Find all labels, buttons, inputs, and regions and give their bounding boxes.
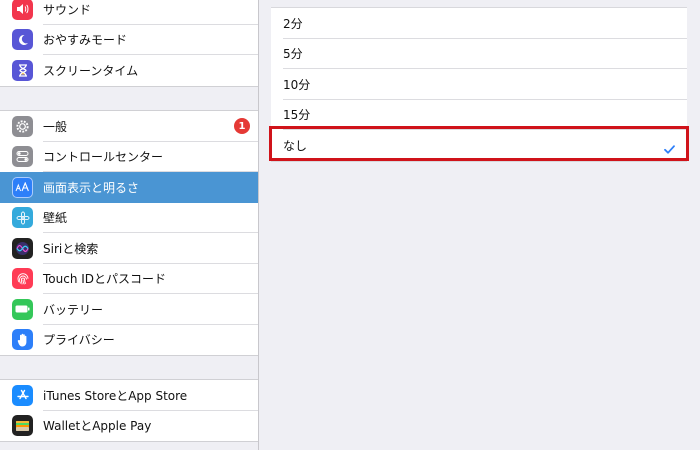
sidebar-item-touch-id-passcode[interactable]: Touch IDとパスコード [0, 264, 258, 294]
sidebar-item-wallpaper[interactable]: 壁紙 [0, 203, 258, 233]
gear-icon [12, 115, 33, 137]
auto-lock-options-list: 2分 5分 10分 15分 なし [271, 7, 687, 162]
sidebar-item-do-not-disturb[interactable]: おやすみモード [0, 25, 258, 55]
option-label: 15分 [283, 108, 311, 123]
sidebar-item-label: コントロールセンター [43, 150, 164, 165]
wallet-icon [12, 415, 33, 437]
option-label: 5分 [283, 47, 303, 62]
hand-icon [12, 329, 33, 351]
sidebar-item-label: おやすみモード [43, 33, 128, 48]
sidebar-item-label: Touch IDとパスコード [43, 272, 167, 287]
app-store-icon [12, 384, 33, 406]
sidebar-item-label: 壁紙 [43, 211, 68, 226]
settings-sidebar: サウンド おやすみモード スクリーンタイム 一般 1 コントロールセンター 画面… [0, 0, 259, 450]
sidebar-item-battery[interactable]: バッテリー [0, 294, 258, 325]
sidebar-item-privacy[interactable]: プライバシー [0, 325, 258, 356]
checkmark-icon [664, 139, 675, 158]
option-label: なし [283, 138, 308, 153]
sidebar-item-label: WalletとApple Pay [43, 419, 152, 434]
sidebar-item-label: プライバシー [43, 333, 115, 348]
sidebar-item-general[interactable]: 一般 1 [0, 111, 258, 142]
sidebar-item-label: スクリーンタイム [43, 63, 139, 78]
option-label: 10分 [283, 77, 311, 92]
sidebar-item-label: サウンド [43, 2, 92, 17]
sidebar-item-label: 一般 [43, 119, 68, 134]
siri-icon [12, 237, 33, 259]
sidebar-item-label: Siriと検索 [43, 241, 99, 256]
option-label: 2分 [283, 16, 303, 31]
wallpaper-flower-icon [12, 207, 33, 229]
sidebar-item-display-brightness[interactable]: 画面表示と明るさ [0, 172, 258, 203]
battery-icon [12, 298, 33, 320]
sidebar-item-sound[interactable]: サウンド [0, 0, 258, 25]
speaker-icon [12, 0, 33, 20]
text-size-icon [12, 176, 33, 198]
option-2-minutes[interactable]: 2分 [271, 8, 687, 39]
sidebar-group-2: 一般 1 コントロールセンター 画面表示と明るさ 壁紙 Siriと検索 Touc… [0, 110, 258, 356]
sidebar-item-screen-time[interactable]: スクリーンタイム [0, 55, 258, 86]
sidebar-group-3: iTunes StoreとApp Store WalletとApple Pay [0, 379, 258, 442]
sidebar-item-siri-search[interactable]: Siriと検索 [0, 233, 258, 264]
toggles-icon [12, 146, 33, 168]
sidebar-item-label: バッテリー [43, 302, 104, 317]
sidebar-item-label: 画面表示と明るさ [43, 180, 140, 195]
sidebar-item-control-center[interactable]: コントロールセンター [0, 142, 258, 172]
option-never[interactable]: なし [271, 130, 687, 161]
option-15-minutes[interactable]: 15分 [271, 100, 687, 130]
fingerprint-icon [12, 268, 33, 290]
hourglass-icon [12, 59, 33, 81]
option-5-minutes[interactable]: 5分 [271, 39, 687, 69]
sidebar-group-1: サウンド おやすみモード スクリーンタイム [0, 0, 258, 87]
sidebar-item-itunes-app-store[interactable]: iTunes StoreとApp Store [0, 380, 258, 411]
sidebar-item-label: iTunes StoreとApp Store [43, 388, 188, 403]
moon-icon [12, 29, 33, 51]
sidebar-item-wallet-apple-pay[interactable]: WalletとApple Pay [0, 411, 258, 442]
notification-badge: 1 [234, 118, 250, 135]
option-10-minutes[interactable]: 10分 [271, 69, 687, 100]
